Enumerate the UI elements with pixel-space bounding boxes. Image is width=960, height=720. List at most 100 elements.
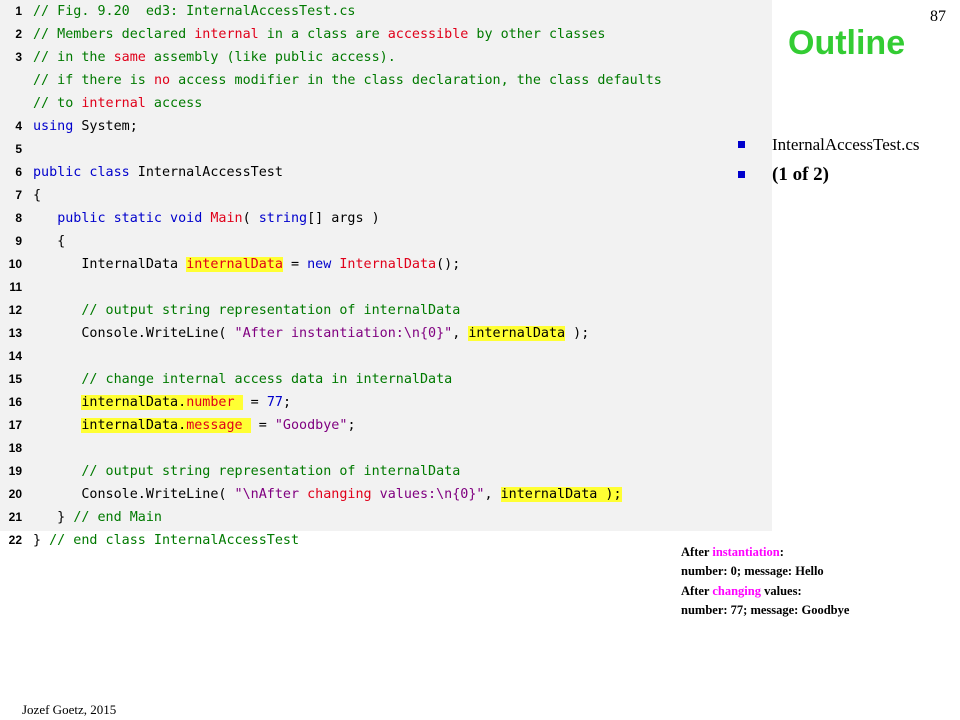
code-token: ( bbox=[242, 211, 259, 226]
code-token: Console.WriteLine( bbox=[33, 326, 235, 341]
code-token: { bbox=[33, 234, 66, 249]
code-token: // end Main bbox=[73, 510, 162, 525]
code-token: ; bbox=[347, 418, 356, 433]
line-number: 3 bbox=[15, 50, 22, 64]
code-token: { bbox=[33, 188, 42, 203]
code-token: InternalData bbox=[33, 257, 187, 272]
program-output: After instantiation: number: 0; message: … bbox=[681, 543, 849, 620]
code-token: = bbox=[242, 395, 267, 410]
bullet-label: InternalAccessTest.cs bbox=[772, 135, 920, 154]
line-number: 18 bbox=[8, 441, 22, 455]
code-token: // change internal access data in intern… bbox=[81, 372, 453, 387]
code-token: , bbox=[484, 487, 501, 502]
line-number: 8 bbox=[15, 211, 22, 225]
code-listing: 1 // Fig. 9.20 ed3: InternalAccessTest.cs… bbox=[0, 0, 772, 548]
code-token: in a class are bbox=[258, 27, 388, 42]
output-token: After bbox=[681, 583, 713, 598]
code-token: InternalAccessTest bbox=[129, 165, 283, 180]
code-token: using bbox=[33, 119, 74, 134]
code-token: public static void bbox=[57, 211, 203, 226]
line-number: 20 bbox=[8, 487, 22, 501]
code-text: internalData.number = 77; bbox=[33, 391, 291, 414]
code-token: System; bbox=[73, 119, 138, 134]
code-token: no bbox=[153, 73, 171, 88]
output-token: : bbox=[779, 545, 784, 559]
code-token: ; bbox=[282, 395, 291, 410]
code-token: internal bbox=[194, 27, 259, 42]
line-number: 21 bbox=[8, 510, 22, 524]
code-token: "Goodbye" bbox=[274, 418, 348, 433]
code-token: same bbox=[113, 50, 146, 65]
line-number: 7 bbox=[15, 188, 22, 202]
code-token: = bbox=[250, 418, 275, 433]
slide-title: Outline bbox=[788, 24, 906, 62]
code-text: public class InternalAccessTest bbox=[33, 161, 283, 184]
author-credit: Jozef Goetz, 2015 bbox=[22, 702, 117, 717]
code-token: "\nAfter bbox=[234, 487, 308, 502]
code-token: assembly (like public access). bbox=[145, 50, 396, 65]
code-token: public class bbox=[33, 165, 130, 180]
code-text: // if there is no access modifier in the… bbox=[33, 69, 662, 92]
line-number: 12 bbox=[8, 303, 22, 317]
code-token: // Members declared bbox=[33, 27, 195, 42]
code-token: } bbox=[33, 533, 50, 548]
highlighted-token: internalData. bbox=[81, 395, 187, 410]
code-text: } // end Main bbox=[33, 506, 162, 529]
line-number: 4 bbox=[15, 119, 22, 133]
line-number: 10 bbox=[8, 257, 22, 271]
code-text: // in the same assembly (like public acc… bbox=[33, 46, 396, 69]
code-token: , bbox=[452, 326, 469, 341]
code-text: // change internal access data in intern… bbox=[33, 368, 452, 391]
code-token: access modifier in the class declaration… bbox=[170, 73, 662, 88]
code-token: } bbox=[33, 510, 74, 525]
code-text: Console.WriteLine( "After instantiation:… bbox=[33, 322, 589, 345]
code-text: // output string representation of inter… bbox=[33, 460, 460, 483]
code-text: using System; bbox=[33, 115, 138, 138]
line-number: 11 bbox=[9, 280, 22, 294]
code-token: // to bbox=[33, 96, 82, 111]
code-text: // output string representation of inter… bbox=[33, 299, 460, 322]
page-number: 87 bbox=[930, 8, 946, 25]
code-text: { bbox=[33, 184, 41, 207]
code-token: Console.WriteLine( bbox=[33, 487, 235, 502]
line-number: 16 bbox=[8, 395, 22, 409]
highlighted-token: internalData bbox=[186, 257, 283, 272]
line-number: 19 bbox=[8, 464, 22, 478]
code-token: ); bbox=[565, 326, 590, 341]
code-token: // Fig. 9.20 ed3: InternalAccessTest.cs bbox=[33, 4, 356, 19]
line-number: 2 bbox=[15, 27, 22, 41]
output-line: number: 77; message: Goodbye bbox=[681, 601, 849, 620]
code-token: (); bbox=[436, 257, 461, 272]
code-token: // if there is bbox=[33, 73, 154, 88]
code-token: [] args ) bbox=[307, 211, 380, 226]
code-token: // end class InternalAccessTest bbox=[49, 533, 300, 548]
code-token: = bbox=[282, 257, 308, 272]
code-token: // output string representation of inter… bbox=[81, 303, 461, 318]
bullet-label: (1 of 2) bbox=[772, 164, 829, 185]
code-token: internal bbox=[81, 96, 146, 111]
code-token: values:\n{0}" bbox=[371, 487, 485, 502]
bullet-square-icon bbox=[738, 141, 745, 148]
code-token: string bbox=[258, 211, 308, 226]
bullet-square-icon bbox=[738, 171, 745, 178]
code-text: { bbox=[33, 230, 65, 253]
code-token: "After instantiation:\n{0}" bbox=[234, 326, 453, 341]
output-line: After changing values: bbox=[681, 582, 849, 601]
output-line: number: 0; message: Hello bbox=[681, 562, 849, 581]
code-token: by other classes bbox=[468, 27, 606, 42]
line-number: 14 bbox=[8, 349, 22, 363]
output-line: After instantiation: bbox=[681, 543, 849, 562]
code-token: access bbox=[145, 96, 203, 111]
code-text: // Members declared internal in a class … bbox=[33, 23, 605, 46]
line-number: 13 bbox=[8, 326, 22, 340]
line-number: 9 bbox=[15, 234, 22, 248]
output-token: values: bbox=[761, 583, 802, 598]
code-text: // Fig. 9.20 ed3: InternalAccessTest.cs bbox=[33, 0, 355, 23]
highlighted-token: message bbox=[186, 418, 251, 433]
output-token: number: 77; message: Goodbye bbox=[681, 602, 850, 617]
code-token: accessible bbox=[387, 27, 469, 42]
